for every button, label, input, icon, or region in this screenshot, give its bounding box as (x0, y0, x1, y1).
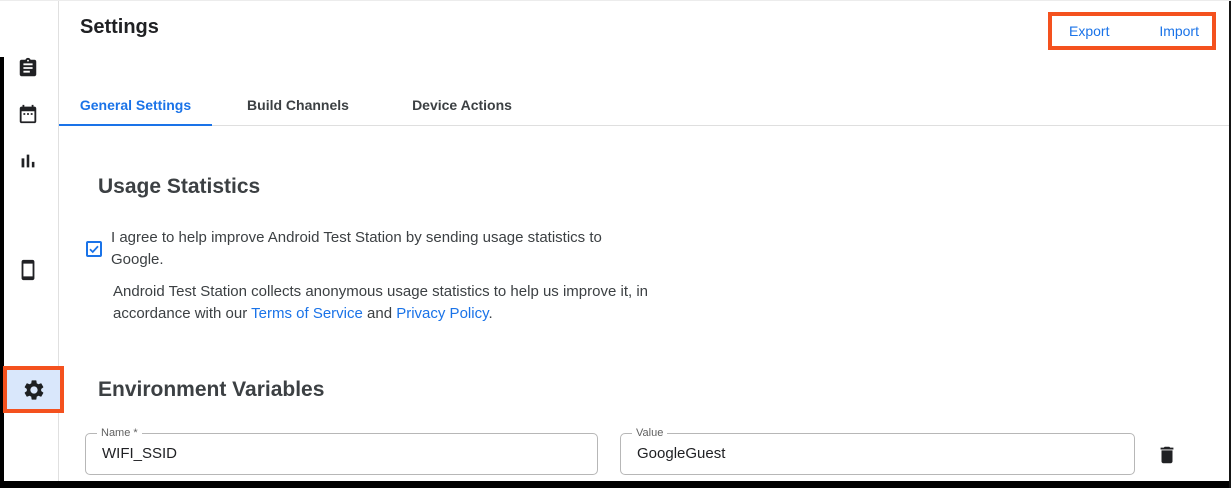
tab-general-settings[interactable]: General Settings (59, 84, 212, 126)
tab-device-actions[interactable]: Device Actions (384, 84, 540, 126)
env-name-field: Name * (85, 433, 598, 475)
trash-icon (1156, 444, 1178, 466)
terms-of-service-link[interactable]: Terms of Service (251, 305, 363, 322)
export-button[interactable]: Export (1069, 23, 1109, 39)
usage-agree-label: I agree to help improve Android Test Sta… (111, 227, 651, 271)
info-text-between: and (363, 305, 396, 322)
delete-variable-button[interactable] (1153, 442, 1181, 468)
tab-build-channels[interactable]: Build Channels (212, 84, 384, 126)
clipboard-icon[interactable] (17, 57, 41, 81)
usage-agree-checkbox[interactable] (86, 241, 102, 257)
checkmark-icon (88, 243, 100, 255)
export-import-annotation-box: Export Import (1048, 12, 1216, 50)
privacy-policy-link[interactable]: Privacy Policy (396, 305, 488, 322)
tab-bar: General Settings Build Channels Device A… (59, 84, 1229, 126)
env-value-label: Value (632, 427, 667, 439)
env-value-input[interactable] (637, 445, 1118, 462)
frame-left-border (0, 57, 4, 488)
settings-gear-icon[interactable] (22, 378, 46, 402)
env-name-label: Name * (97, 427, 142, 439)
env-name-input[interactable] (102, 445, 581, 462)
smartphone-icon[interactable] (17, 259, 41, 283)
frame-bottom-border (0, 481, 1231, 488)
env-value-field: Value (620, 433, 1135, 475)
usage-agree-row: I agree to help improve Android Test Sta… (86, 227, 661, 271)
page-title: Settings (80, 16, 159, 39)
calendar-icon[interactable] (17, 103, 41, 127)
import-button[interactable]: Import (1159, 23, 1199, 39)
info-text-after: . (488, 305, 492, 322)
bar-chart-icon[interactable] (17, 150, 41, 174)
environment-variables-heading: Environment Variables (98, 378, 324, 402)
usage-info-text: Android Test Station collects anonymous … (113, 281, 666, 325)
usage-statistics-heading: Usage Statistics (98, 175, 260, 199)
settings-annotation-box (3, 366, 64, 413)
settings-page: Settings Export Import General Settings … (0, 0, 1231, 491)
